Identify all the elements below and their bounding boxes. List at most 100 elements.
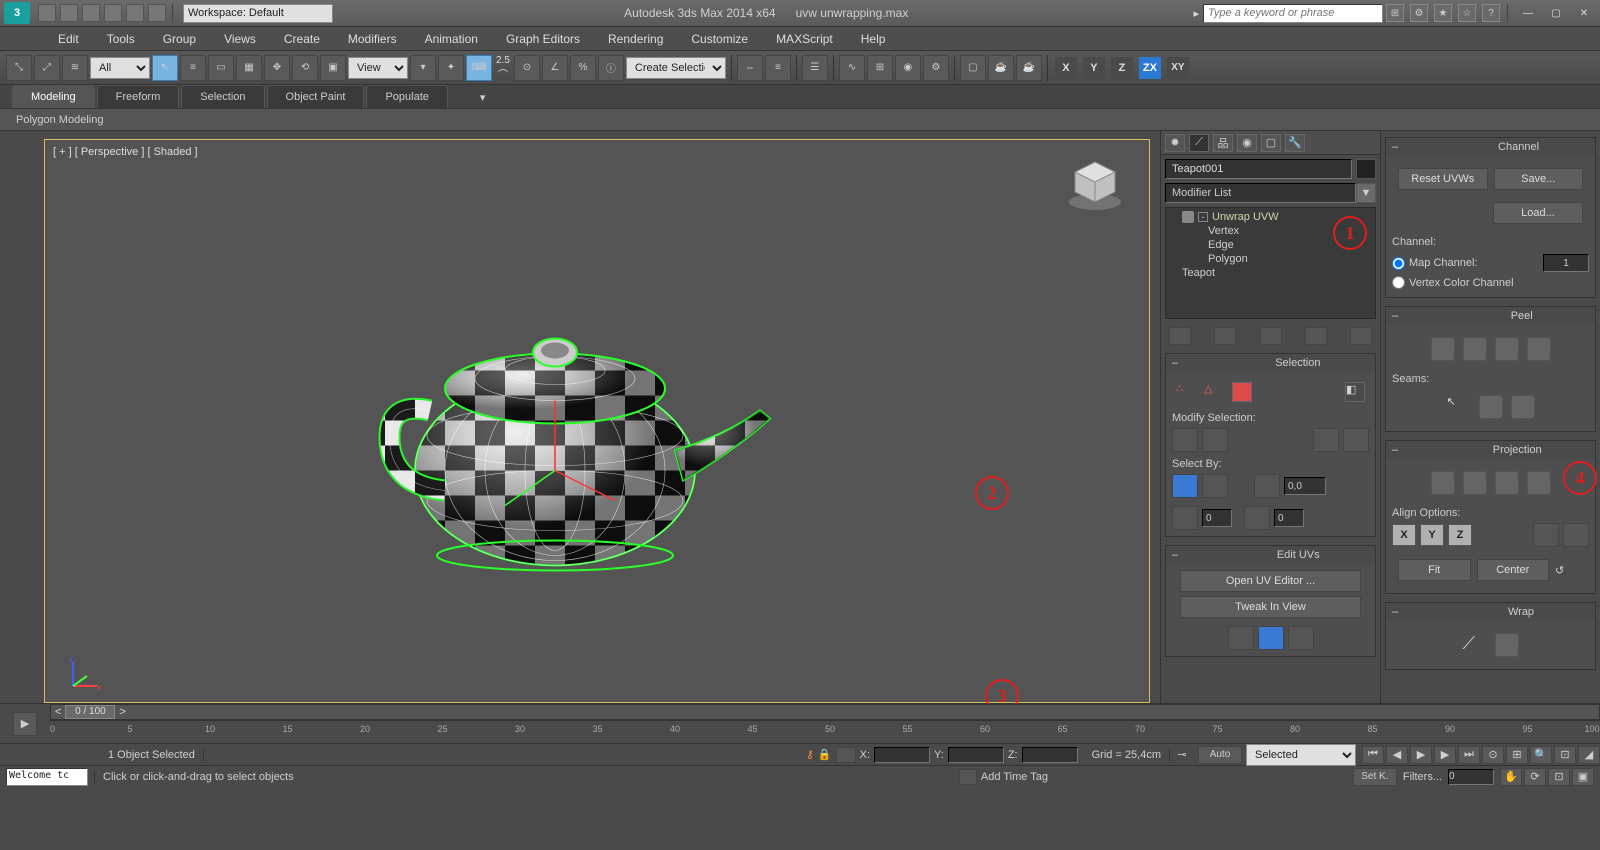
select-sg-icon[interactable] (1244, 506, 1270, 530)
save-icon[interactable] (82, 4, 100, 22)
snap-2d-icon[interactable]: ⊙ (514, 55, 540, 81)
render-teapot-icon[interactable]: ☕ (988, 55, 1014, 81)
modifier-stack[interactable]: -Unwrap UVW Vertex Edge Polygon Teapot 1 (1165, 207, 1376, 319)
tab-freeform[interactable]: Freeform (97, 85, 180, 108)
align-icon[interactable]: ≡ (765, 55, 791, 81)
mirror-icon[interactable]: ⇔ (737, 55, 763, 81)
schematic-icon[interactable]: ⊞ (867, 55, 893, 81)
layers-icon[interactable]: ☰ (802, 55, 828, 81)
align-view-icon[interactable] (1563, 523, 1589, 547)
maximize-button[interactable]: ▢ (1544, 5, 1568, 21)
axis-y[interactable]: Y (1083, 57, 1105, 79)
menu-rendering[interactable]: Rendering (594, 28, 677, 50)
object-name-field[interactable] (1165, 159, 1352, 179)
pelt-icon[interactable] (1527, 337, 1551, 361)
spinner-snap-icon[interactable]: ⓘ (598, 55, 624, 81)
time-slider-handle[interactable]: 0 / 100 (65, 705, 115, 719)
projection-rollout-header[interactable]: –Projection (1386, 441, 1595, 459)
nav-orbit-icon[interactable]: ⟳ (1524, 768, 1546, 786)
reset-peel-icon[interactable] (1495, 337, 1519, 361)
selection-rollout-header[interactable]: –Selection (1166, 354, 1375, 372)
x-coord-field[interactable] (874, 747, 930, 763)
minimize-button[interactable]: — (1516, 5, 1540, 21)
lock-prompt-icon[interactable] (959, 769, 977, 785)
planar-angle-spinner[interactable] (1284, 477, 1326, 495)
nav-maximize-icon[interactable]: ⊡ (1548, 768, 1570, 786)
make-unique-icon[interactable] (1260, 327, 1282, 345)
key-icon[interactable]: ⊸ (1170, 748, 1194, 761)
prev-frame-icon[interactable]: ◀ (1386, 746, 1408, 764)
vertex-color-radio[interactable]: Vertex Color Channel (1392, 274, 1589, 291)
close-button[interactable]: ✕ (1572, 5, 1596, 21)
fit-button[interactable]: Fit (1398, 559, 1471, 581)
select-ignore-backfacing-icon[interactable] (1202, 474, 1228, 498)
align-y-button[interactable]: Y (1420, 524, 1444, 546)
modifier-list-dropdown-icon[interactable]: ▼ (1356, 183, 1376, 203)
stack-polygon[interactable]: Polygon (1166, 252, 1375, 266)
show-end-result-icon[interactable] (1214, 327, 1236, 345)
map-channel-radio[interactable]: Map Channel: (1392, 252, 1589, 274)
add-time-tag[interactable]: Add Time Tag (981, 771, 1048, 783)
named-selection-set[interactable]: Create Selection S (626, 57, 726, 79)
help-icon[interactable]: ? (1482, 4, 1500, 22)
axis-zx[interactable]: ZX (1139, 57, 1161, 79)
selection-filter[interactable]: All (90, 57, 150, 79)
axis-x[interactable]: X (1055, 57, 1077, 79)
curve-editor-icon[interactable]: ∿ (839, 55, 865, 81)
search-input[interactable] (1203, 4, 1383, 23)
redo-icon[interactable] (126, 4, 144, 22)
ribbon-sub-label[interactable]: Polygon Modeling (16, 114, 103, 126)
window-crossing-icon[interactable]: ▦ (236, 55, 262, 81)
bind-spacewarp-icon[interactable]: ≋ (62, 55, 88, 81)
menu-tools[interactable]: Tools (93, 28, 149, 50)
box-map-icon[interactable] (1527, 471, 1551, 495)
hierarchy-tab-icon[interactable]: 品 (1213, 134, 1233, 152)
menu-views[interactable]: Views (210, 28, 270, 50)
axis-xy[interactable]: XY (1167, 57, 1189, 79)
menu-group[interactable]: Group (149, 28, 210, 50)
utilities-tab-icon[interactable]: 🔧 (1285, 134, 1305, 152)
select-object-icon[interactable]: ↖ (152, 55, 178, 81)
key-filters-label[interactable]: Filters... (1403, 771, 1442, 783)
edituvs-rollout-header[interactable]: –Edit UVs (1166, 546, 1375, 564)
stack-teapot[interactable]: Teapot (1166, 266, 1375, 280)
nav-zoomall-icon[interactable]: ⊡ (1554, 746, 1576, 764)
peel-mode-icon[interactable] (1463, 337, 1487, 361)
quickmap-expand-icon[interactable] (1288, 626, 1314, 650)
infocenter-icon[interactable]: ⊞ (1386, 4, 1404, 22)
sel-polygon-icon[interactable] (1232, 382, 1252, 402)
undo-icon[interactable] (104, 4, 122, 22)
menu-customize[interactable]: Customize (677, 28, 762, 50)
menu-grapheditors[interactable]: Graph Editors (492, 28, 594, 50)
quickmap-align-icon[interactable] (1258, 626, 1284, 650)
pin-stack-icon[interactable] (1169, 327, 1191, 345)
rotate-icon[interactable]: ⟲ (292, 55, 318, 81)
key-filter-select[interactable]: Selected (1246, 744, 1356, 766)
new-icon[interactable] (38, 4, 56, 22)
ribbon-dropdown-icon[interactable]: ▾ (476, 87, 490, 108)
create-tab-icon[interactable]: ✹ (1165, 134, 1185, 152)
snap-percent-icon[interactable]: % (570, 55, 596, 81)
ref-coord-system[interactable]: View (348, 57, 408, 79)
reset-uvws-button[interactable]: Reset UVWs (1398, 168, 1488, 190)
align-normal-icon[interactable] (1533, 523, 1559, 547)
tab-selection[interactable]: Selection (181, 85, 264, 108)
render-setup-icon[interactable]: ⚙ (923, 55, 949, 81)
wrap-rollout-header[interactable]: –Wrap (1386, 603, 1595, 621)
load-uvs-button[interactable]: Load... (1493, 202, 1583, 224)
render-prod-icon[interactable]: ☕ (1016, 55, 1042, 81)
viewport-object-teapot[interactable] (355, 271, 795, 594)
save-uvs-button[interactable]: Save... (1494, 168, 1584, 190)
channel-rollout-header[interactable]: –Channel (1386, 138, 1595, 156)
sg-spinner[interactable] (1274, 509, 1304, 527)
ring-icon[interactable] (1313, 428, 1339, 452)
motion-tab-icon[interactable]: ◉ (1237, 134, 1257, 152)
configure-sets-icon[interactable] (1350, 327, 1372, 345)
edit-seams-arrow-icon[interactable]: ↖ (1447, 395, 1471, 419)
setkey-button[interactable]: Set K. (1353, 768, 1397, 786)
manipulate-icon[interactable]: ✦ (438, 55, 464, 81)
matid-spinner[interactable] (1202, 509, 1232, 527)
modifier-list-combo[interactable]: Modifier List (1165, 183, 1356, 203)
cylindrical-map-icon[interactable] (1463, 471, 1487, 495)
snap-angle-icon[interactable]: ∠ (542, 55, 568, 81)
